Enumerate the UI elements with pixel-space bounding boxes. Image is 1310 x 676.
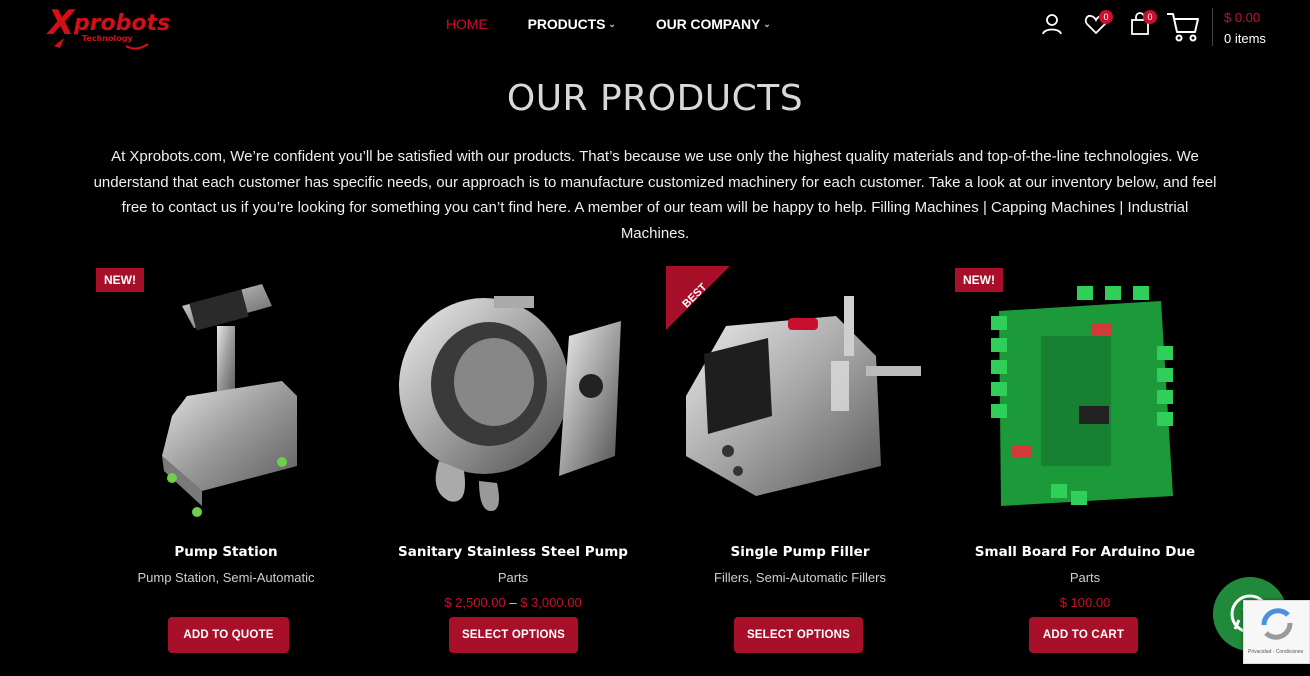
- new-badge: NEW!: [955, 268, 1003, 292]
- compare-bag-button[interactable]: 0: [1128, 10, 1157, 36]
- nav-home[interactable]: HOME: [446, 16, 488, 32]
- site-header: X probots Technology HOME PRODUCTS ⌄ OUR …: [0, 0, 1310, 56]
- recaptcha-badge[interactable]: Privacidad - Condiciones: [1243, 600, 1310, 664]
- wishlist-button[interactable]: 0: [1084, 10, 1113, 36]
- chevron-down-icon: ⌄: [608, 18, 616, 29]
- nav-company-label: OUR COMPANY: [655, 16, 761, 32]
- product-card: NEW! Pump Station Pump Station, Semi-Aut…: [92, 266, 360, 666]
- product-card: Sanitary Stainless Steel Pump Parts $ 2,…: [379, 266, 647, 666]
- price-separator: –: [509, 595, 517, 610]
- product-card: NEW! Small Board For Arduino Due Parts $…: [951, 266, 1219, 666]
- xprobots-logo[interactable]: X probots Technology: [46, 0, 180, 54]
- select-options-button[interactable]: SELECT OPTIONS: [449, 617, 578, 653]
- bag-count-badge: 0: [1143, 10, 1157, 24]
- svg-text:X: X: [46, 3, 76, 43]
- main-nav: HOME PRODUCTS ⌄ OUR COMPANY ⌄: [446, 16, 811, 32]
- wishlist-count-badge: 0: [1099, 10, 1113, 24]
- product-image-pump-station[interactable]: [92, 266, 360, 526]
- nav-products[interactable]: PRODUCTS ⌄: [528, 16, 616, 32]
- new-badge: NEW!: [96, 268, 144, 292]
- page-intro: At Xprobots.com, We’re confident you’ll …: [93, 148, 1217, 242]
- cart-items-count[interactable]: 0 items: [1224, 31, 1266, 46]
- price-low: $ 2,500.00: [444, 595, 506, 610]
- add-to-quote-button[interactable]: ADD TO QUOTE: [168, 617, 289, 653]
- product-card: BEST Single Pump Filler Fillers, Semi-Au…: [666, 266, 934, 666]
- product-category[interactable]: Pump Station, Semi-Automatic: [92, 570, 360, 585]
- product-name[interactable]: Pump Station: [92, 544, 360, 560]
- product-name[interactable]: Sanitary Stainless Steel Pump: [379, 544, 647, 560]
- product-image-sanitary-pump[interactable]: [379, 266, 647, 526]
- nav-our-company[interactable]: OUR COMPANY ⌄: [656, 16, 771, 32]
- price-high: $ 3,000.00: [520, 595, 582, 610]
- cart-icon[interactable]: [1166, 10, 1200, 44]
- cart-divider: [1212, 8, 1213, 46]
- account-button[interactable]: [1040, 12, 1064, 36]
- product-price: $ 100.00: [1059, 595, 1111, 610]
- best-badge: BEST: [666, 266, 730, 330]
- chevron-down-icon: ⌄: [763, 18, 771, 29]
- product-category[interactable]: Parts: [379, 570, 647, 585]
- product-category[interactable]: Parts: [951, 570, 1219, 585]
- user-icon: [1042, 14, 1062, 35]
- product-name[interactable]: Single Pump Filler: [666, 544, 934, 560]
- cart-total[interactable]: $ 0.00: [1224, 10, 1260, 25]
- svg-text:probots: probots: [73, 11, 170, 36]
- product-price: $ 2,500.00 – $ 3,000.00: [379, 595, 647, 610]
- select-options-button[interactable]: SELECT OPTIONS: [734, 617, 863, 653]
- add-to-cart-button[interactable]: ADD TO CART: [1029, 617, 1138, 653]
- header-icons: 0 0: [1040, 10, 1172, 36]
- nav-home-label: HOME: [446, 16, 488, 32]
- page-title: OUR PRODUCTS: [506, 78, 804, 119]
- product-name[interactable]: Small Board For Arduino Due: [951, 544, 1219, 560]
- recaptcha-text: Privacidad - Condiciones: [1248, 649, 1304, 655]
- product-image-arduino-board[interactable]: [951, 266, 1219, 526]
- recaptcha-icon: [1261, 608, 1293, 640]
- product-category[interactable]: Fillers, Semi-Automatic Fillers: [666, 570, 934, 585]
- svg-text:Technology: Technology: [82, 34, 133, 43]
- nav-products-label: PRODUCTS: [527, 16, 606, 32]
